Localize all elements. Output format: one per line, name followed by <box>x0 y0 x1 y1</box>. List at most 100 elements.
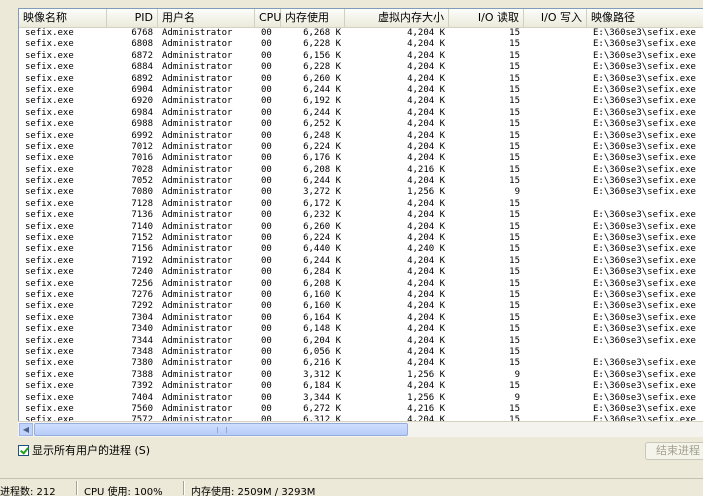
table-row[interactable]: sefix.exe 7028 Administrator 00 6,208 K 4,216… <box>19 165 703 176</box>
horizontal-scrollbar[interactable]: ◀ <box>18 421 703 437</box>
table-row[interactable]: sefix.exe 7052 Administrator 00 6,244 K 4,204… <box>19 176 703 187</box>
cell-cpu: 00 <box>261 289 272 300</box>
cell-image-path: E:\360se3\sefix.exe <box>593 73 696 84</box>
table-row[interactable]: sefix.exe 7240 Administrator 00 6,284 K 4,204… <box>19 267 703 278</box>
cell-cpu: 00 <box>261 312 272 323</box>
cell-image-path: E:\360se3\sefix.exe <box>593 255 696 266</box>
table-row[interactable]: sefix.exe 7392 Administrator 00 6,184 K 4,204… <box>19 381 703 392</box>
cell-cpu: 00 <box>261 176 272 187</box>
end-process-button[interactable]: 结束进程 <box>645 442 703 460</box>
table-row[interactable]: sefix.exe 7340 Administrator 00 6,148 K 4,204… <box>19 324 703 335</box>
table-row[interactable]: sefix.exe 6920 Administrator 00 6,192 K 4,204… <box>19 96 703 107</box>
table-row[interactable]: sefix.exe 7304 Administrator 00 6,164 K 4,204… <box>19 313 703 324</box>
table-row[interactable]: sefix.exe 7136 Administrator 00 6,232 K 4,204… <box>19 210 703 221</box>
table-row[interactable]: sefix.exe 7380 Administrator 00 6,216 K 4,204… <box>19 358 703 369</box>
cell-cpu: 00 <box>261 84 272 95</box>
cell-image-path: E:\360se3\sefix.exe <box>593 28 696 38</box>
column-header[interactable]: 映像名称 <box>19 9 107 27</box>
table-row[interactable]: sefix.exe 7140 Administrator 00 6,260 K 4,204… <box>19 222 703 233</box>
cell-memory-usage: 6,284 K <box>303 267 341 278</box>
table-row[interactable]: sefix.exe 6992 Administrator 00 6,248 K 4,204… <box>19 131 703 142</box>
table-row[interactable]: sefix.exe 7344 Administrator 00 6,204 K 4,204… <box>19 336 703 347</box>
cell-user-name: Administrator <box>162 84 233 95</box>
table-row[interactable]: sefix.exe 6808 Administrator 00 6,228 K 4,204… <box>19 39 703 50</box>
status-memory-usage: 内存使用: 2509M / 3293M <box>191 487 316 496</box>
show-all-users-option[interactable]: 显示所有用户的进程 (S) <box>18 443 150 457</box>
cell-pid: 7016 <box>131 153 153 164</box>
cell-pid: 7156 <box>131 244 153 255</box>
cell-user-name: Administrator <box>162 278 233 289</box>
cell-virtual-memory: 4,204 K <box>407 358 445 369</box>
cell-pid: 7292 <box>131 301 153 312</box>
table-row[interactable]: sefix.exe 7016 Administrator 00 6,176 K 4,204… <box>19 153 703 164</box>
column-header[interactable]: I/O 读取 <box>449 9 524 27</box>
cell-io-read: 15 <box>509 221 520 232</box>
column-header[interactable]: I/O 写入 <box>524 9 587 27</box>
cell-image-name: sefix.exe <box>25 119 74 130</box>
cell-memory-usage: 6,204 K <box>303 335 341 346</box>
table-row[interactable]: sefix.exe 7348 Administrator 00 6,056 K 4,204… <box>19 347 703 358</box>
table-row[interactable]: sefix.exe 7156 Administrator 00 6,440 K 4,240… <box>19 244 703 255</box>
show-all-users-checkbox[interactable] <box>18 444 29 456</box>
table-row[interactable]: sefix.exe 7152 Administrator 00 6,224 K 4,204… <box>19 233 703 244</box>
cell-io-read: 15 <box>509 141 520 152</box>
cell-user-name: Administrator <box>162 164 233 175</box>
cell-virtual-memory: 4,204 K <box>407 255 445 266</box>
cell-pid: 7152 <box>131 233 153 244</box>
table-row[interactable]: sefix.exe 6892 Administrator 00 6,260 K 4,204… <box>19 74 703 85</box>
column-header[interactable]: 用户名 <box>158 9 255 27</box>
column-header[interactable]: PID <box>107 9 158 27</box>
cell-memory-usage: 6,192 K <box>303 96 341 107</box>
cell-user-name: Administrator <box>162 119 233 130</box>
cell-memory-usage: 6,440 K <box>303 244 341 255</box>
column-header[interactable]: CPU <box>255 9 281 27</box>
status-cpu-usage: CPU 使用: 100% <box>84 487 163 496</box>
scrollbar-thumb[interactable] <box>34 423 408 436</box>
column-header[interactable]: 内存使用 <box>281 9 345 27</box>
cell-pid: 7256 <box>131 278 153 289</box>
column-header[interactable]: 虚拟内存大小 <box>345 9 449 27</box>
cell-memory-usage: 6,160 K <box>303 301 341 312</box>
table-row[interactable]: sefix.exe 7560 Administrator 00 6,272 K 4,216… <box>19 404 703 415</box>
cell-image-path: E:\360se3\sefix.exe <box>593 312 696 323</box>
table-row[interactable]: sefix.exe 7192 Administrator 00 6,244 K 4,204… <box>19 256 703 267</box>
cell-image-name: sefix.exe <box>25 62 74 73</box>
table-row[interactable]: sefix.exe 7128 Administrator 00 6,172 K 4,204… <box>19 199 703 210</box>
table-row[interactable]: sefix.exe 7388 Administrator 00 3,312 K 1,256… <box>19 370 703 381</box>
cell-memory-usage: 6,260 K <box>303 73 341 84</box>
table-row[interactable]: sefix.exe 6904 Administrator 00 6,244 K 4,204… <box>19 85 703 96</box>
cell-cpu: 00 <box>261 392 272 403</box>
cell-user-name: Administrator <box>162 198 233 209</box>
process-list-header: 映像名称 PID 用户名 CPU 内存使用 虚拟内存大小 I/O 读取 I/O 写入 映像路径 <box>19 9 703 28</box>
table-row[interactable]: sefix.exe 7256 Administrator 00 6,208 K 4,204… <box>19 279 703 290</box>
cell-memory-usage: 6,176 K <box>303 153 341 164</box>
cell-user-name: Administrator <box>162 73 233 84</box>
table-row[interactable]: sefix.exe 6884 Administrator 00 6,228 K 4,204… <box>19 62 703 73</box>
table-row[interactable]: sefix.exe 7012 Administrator 00 6,224 K 4,204… <box>19 142 703 153</box>
cell-virtual-memory: 4,216 K <box>407 403 445 414</box>
status-process-count: 进程数: 212 <box>0 487 56 496</box>
cell-io-read: 9 <box>514 392 520 403</box>
table-row[interactable]: sefix.exe 6988 Administrator 00 6,252 K 4,204… <box>19 119 703 130</box>
cell-image-path: E:\360se3\sefix.exe <box>593 289 696 300</box>
process-list[interactable]: 映像名称 PID 用户名 CPU 内存使用 虚拟内存大小 I/O 读取 I/O 写入 映像路径 … <box>18 8 703 437</box>
cell-user-name: Administrator <box>162 176 233 187</box>
cell-virtual-memory: 4,204 K <box>407 73 445 84</box>
table-row[interactable]: sefix.exe 7080 Administrator 00 3,272 K 1,256… <box>19 187 703 198</box>
cell-image-name: sefix.exe <box>25 176 74 187</box>
table-row[interactable]: sefix.exe 7404 Administrator 00 3,344 K 1,256… <box>19 393 703 404</box>
cell-image-path: E:\360se3\sefix.exe <box>593 403 696 414</box>
cell-virtual-memory: 4,216 K <box>407 164 445 175</box>
cell-cpu: 00 <box>261 96 272 107</box>
table-row[interactable]: sefix.exe 7292 Administrator 00 6,160 K 4,204… <box>19 301 703 312</box>
scroll-left-arrow-icon[interactable]: ◀ <box>19 423 33 436</box>
table-row[interactable]: sefix.exe 7276 Administrator 00 6,160 K 4,204… <box>19 290 703 301</box>
status-separator <box>76 481 78 495</box>
table-row[interactable]: sefix.exe 6872 Administrator 00 6,156 K 4,204… <box>19 51 703 62</box>
cell-memory-usage: 6,164 K <box>303 312 341 323</box>
table-row[interactable]: sefix.exe 6984 Administrator 00 6,244 K 4,204… <box>19 108 703 119</box>
cell-cpu: 00 <box>261 278 272 289</box>
cell-cpu: 00 <box>261 403 272 414</box>
column-header[interactable]: 映像路径 <box>587 9 703 27</box>
table-row[interactable]: sefix.exe 6768 Administrator 00 6,268 K 4,204… <box>19 28 703 39</box>
